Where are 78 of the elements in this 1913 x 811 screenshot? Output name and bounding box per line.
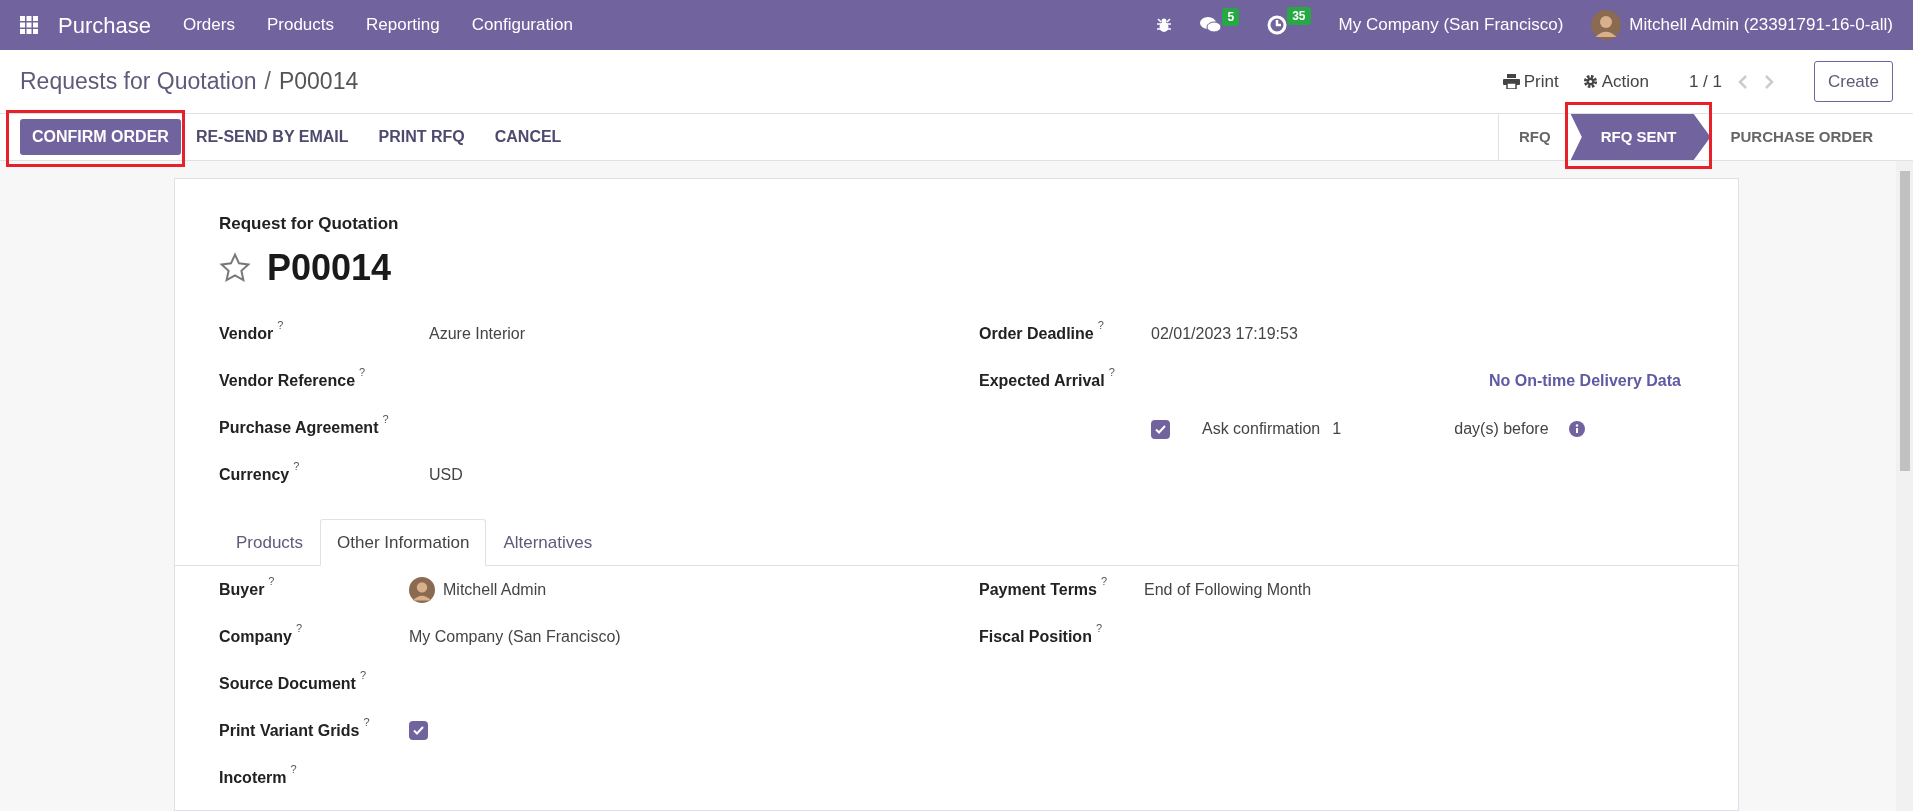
help-mark: ? — [359, 668, 367, 681]
help-mark: ? — [382, 413, 389, 425]
field-label: Fiscal Position — [979, 626, 1092, 647]
field-label: Payment Terms — [979, 579, 1097, 600]
action-button[interactable]: Action — [1582, 68, 1649, 95]
printer-icon — [1502, 74, 1520, 89]
breadcrumb-current: P00014 — [278, 67, 359, 97]
field-value[interactable]: 02/01/2023 17:19:53 — [1151, 322, 1298, 346]
field-label: Ask confirmation — [1202, 419, 1321, 439]
bug-icon[interactable] — [1156, 17, 1173, 33]
clock-icon[interactable] — [1267, 15, 1288, 35]
field-value: day(s) before — [1454, 419, 1549, 439]
form-tab[interactable]: Alternatives — [486, 518, 610, 566]
check-icon — [1155, 424, 1166, 434]
help-mark: ? — [1101, 574, 1108, 587]
star-icon[interactable] — [219, 251, 251, 284]
help-mark: ? — [268, 574, 275, 587]
apps-menu-icon[interactable] — [20, 16, 38, 34]
field-value[interactable]: Mitchell Admin — [443, 577, 547, 602]
field-label: Company — [219, 626, 292, 647]
navbar-menu-item[interactable]: Products — [266, 12, 334, 38]
help-mark: ? — [363, 715, 370, 728]
chat-icon[interactable] — [1200, 16, 1223, 34]
navbar-menu-item[interactable]: Orders — [182, 12, 235, 38]
field-value[interactable]: USD — [429, 463, 463, 487]
help-mark: ? — [1095, 621, 1103, 634]
field-label: Source Document — [219, 673, 356, 694]
status-stage[interactable]: RFQ SENT — [1570, 114, 1711, 160]
breadcrumb-link[interactable]: Requests for Quotation — [20, 64, 257, 99]
action-link-button[interactable]: PRINT RFQ — [363, 119, 480, 155]
field-value[interactable]: Azure Interior — [429, 322, 526, 346]
days-input[interactable]: 1 — [1332, 417, 1453, 441]
field-value[interactable]: My Company (San Francisco) — [409, 624, 621, 649]
action-link-button[interactable]: RE-SEND BY EMAIL — [180, 119, 364, 155]
field-label: Expected Arrival — [979, 371, 1105, 391]
help-mark: ? — [1108, 366, 1115, 378]
field-label: Order Deadline — [979, 324, 1094, 344]
check-icon — [413, 726, 424, 735]
pager-value[interactable]: 1 / 1 — [1688, 68, 1722, 95]
field-label: Vendor — [219, 324, 274, 344]
company-switcher[interactable]: My Company (San Francisco) — [1338, 12, 1564, 38]
avatar-icon — [409, 576, 435, 603]
record-title: P00014 — [267, 245, 392, 290]
status-stage[interactable]: RFQ — [1498, 114, 1571, 160]
navbar-menu-item[interactable]: Configuration — [471, 12, 573, 38]
field-label: Incoterm — [219, 767, 287, 788]
create-button[interactable]: Create — [1813, 60, 1893, 103]
print-button[interactable]: Print — [1502, 68, 1559, 95]
field-value[interactable]: End of Following Month — [1144, 577, 1312, 602]
help-mark: ? — [290, 762, 297, 775]
navbar-menu-item[interactable]: Reporting — [366, 12, 440, 38]
help-mark: ? — [295, 621, 303, 634]
form-tab[interactable]: Other Information — [320, 518, 487, 566]
confirm-order-button[interactable]: CONFIRM ORDER — [20, 119, 181, 155]
form-subtitle: Request for Quotation — [219, 213, 400, 235]
help-mark: ? — [1097, 319, 1104, 331]
form-tab[interactable]: Products — [219, 518, 321, 566]
help-mark: ? — [277, 319, 284, 331]
field-label: Print Variant Grids — [219, 720, 360, 741]
help-mark: ? — [293, 460, 300, 472]
status-stage[interactable]: PURCHASE ORDER — [1710, 114, 1893, 160]
message-count-badge: 5 — [1222, 8, 1240, 26]
checkbox[interactable] — [1151, 419, 1170, 439]
activity-count-badge: 35 — [1287, 7, 1311, 25]
app-name[interactable]: Purchase — [58, 8, 151, 42]
action-link-button[interactable]: CANCEL — [479, 119, 577, 155]
info-icon — [1568, 421, 1585, 437]
gear-icon — [1582, 74, 1598, 89]
breadcrumb-separator: / — [264, 67, 271, 97]
field-label: Buyer — [219, 579, 265, 600]
checkbox[interactable] — [409, 721, 428, 740]
field-label: Vendor Reference — [219, 371, 356, 391]
help-mark: ? — [359, 366, 366, 378]
delivery-data-link[interactable]: No On-time Delivery Data — [1488, 369, 1681, 393]
avatar-icon — [1591, 10, 1622, 40]
field-label: Purchase Agreement — [219, 418, 379, 438]
user-menu[interactable]: Mitchell Admin (23391791-16-0-all) — [1629, 12, 1893, 38]
field-label: Currency — [219, 465, 290, 485]
